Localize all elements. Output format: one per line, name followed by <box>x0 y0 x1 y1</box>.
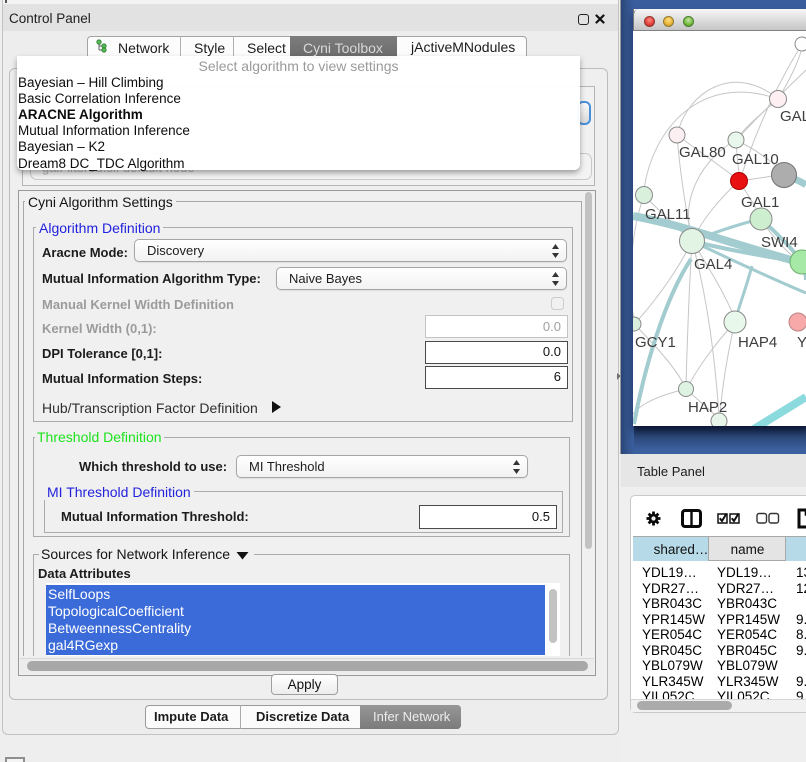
svg-text:HAP2: HAP2 <box>688 399 727 416</box>
svg-text:GAL11: GAL11 <box>645 206 691 223</box>
svg-text:GCY1: GCY1 <box>635 334 676 351</box>
svg-text:GAL10: GAL10 <box>732 151 779 168</box>
svg-text:GAL4: GAL4 <box>694 256 732 273</box>
svg-text:Y: Y <box>797 334 806 351</box>
svg-text:GAL80: GAL80 <box>679 144 726 161</box>
svg-text:GAL1: GAL1 <box>741 194 779 211</box>
svg-text:SWI4: SWI4 <box>761 234 798 251</box>
svg-text:HAP4: HAP4 <box>738 334 777 351</box>
svg-text:GAL: GAL <box>780 108 806 125</box>
